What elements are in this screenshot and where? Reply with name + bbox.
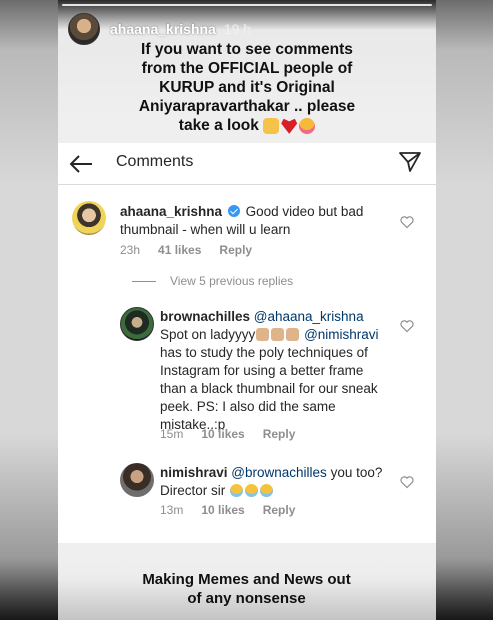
comments-screenshot: Comments ahaana_krishna Good video but b… bbox=[58, 143, 436, 543]
comment-username[interactable]: nimishravi bbox=[160, 465, 228, 480]
story-progress-bar bbox=[62, 4, 432, 6]
mention-link[interactable]: @nimishravi bbox=[304, 327, 378, 342]
footer-line: Making Memes and News out bbox=[142, 571, 351, 588]
caption-line: KURUP and it's Original bbox=[159, 79, 335, 96]
divider bbox=[132, 280, 156, 282]
comment-meta: 13m 10 likes Reply bbox=[160, 503, 295, 517]
caption-line: If you want to see comments bbox=[141, 41, 353, 58]
verified-badge-icon bbox=[227, 205, 240, 217]
comment-likes[interactable]: 41 likes bbox=[158, 243, 201, 257]
clapping-hands-icon bbox=[256, 328, 270, 341]
like-heart-icon[interactable] bbox=[400, 215, 414, 229]
like-heart-icon[interactable] bbox=[400, 319, 414, 333]
mention-link[interactable]: @brownachilles bbox=[231, 465, 327, 480]
comment-text: brownachilles @ahaana_krishna Spot on la… bbox=[160, 308, 388, 434]
avatar[interactable] bbox=[120, 463, 154, 497]
avatar[interactable] bbox=[72, 201, 106, 235]
comment-age: 13m bbox=[160, 503, 184, 517]
caption-emojis bbox=[263, 117, 316, 134]
laughing-face-icon bbox=[230, 484, 244, 497]
comment-text: nimishravi @brownachilles you too? Direc… bbox=[160, 464, 388, 500]
direct-send-icon[interactable] bbox=[398, 150, 422, 174]
comment-body: Spot on ladyyyy bbox=[160, 327, 256, 342]
comment-body: you too? bbox=[330, 465, 383, 480]
reply-button[interactable]: Reply bbox=[263, 503, 296, 517]
page-title: Comments bbox=[116, 153, 194, 170]
like-heart-icon[interactable] bbox=[400, 475, 414, 489]
comment-text: ahaana_krishna Good video but bad thumbn… bbox=[120, 203, 380, 239]
reply-button[interactable]: Reply bbox=[263, 427, 296, 441]
story-time: 19 h bbox=[223, 21, 252, 37]
comment-age: 15m bbox=[160, 427, 184, 441]
reply-button[interactable]: Reply bbox=[219, 243, 252, 257]
comment-age: 23h bbox=[120, 243, 141, 257]
caption-line: from the OFFICIAL people of bbox=[141, 60, 353, 77]
comment-meta: 23h 41 likes Reply bbox=[120, 243, 252, 257]
comment-likes[interactable]: 10 likes bbox=[201, 503, 244, 517]
comment-body: has to study the poly techniques of Inst… bbox=[160, 345, 378, 432]
caption-line: Aniyarapravarthakar .. please bbox=[138, 98, 356, 115]
caption-line-text: take a look bbox=[178, 117, 259, 134]
view-previous-replies[interactable]: View 5 previous replies bbox=[132, 274, 293, 288]
avatar[interactable] bbox=[120, 307, 154, 341]
comment-meta: 15m 10 likes Reply bbox=[160, 427, 295, 441]
laughing-face-icon bbox=[245, 484, 259, 497]
story-caption: If you want to see comments from the OFF… bbox=[78, 40, 416, 135]
clapping-hands-icon bbox=[286, 328, 300, 341]
mention-link[interactable]: @ahaana_krishna bbox=[254, 309, 364, 324]
comment-username[interactable]: brownachilles bbox=[160, 309, 250, 324]
comments-header: Comments bbox=[58, 143, 436, 185]
comment-body: Director sir bbox=[160, 483, 226, 498]
comment-username[interactable]: ahaana_krishna bbox=[120, 204, 222, 219]
laughing-face-icon bbox=[260, 484, 274, 497]
footer-line: of any nonsense bbox=[187, 590, 306, 607]
clapping-hands-icon bbox=[271, 328, 285, 341]
back-arrow-icon[interactable] bbox=[68, 151, 94, 177]
caption-line: take a look bbox=[78, 116, 416, 135]
view-replies-label: View 5 previous replies bbox=[170, 274, 294, 288]
story-username[interactable]: ahaana_krishna bbox=[110, 21, 216, 37]
red-heart-icon bbox=[281, 118, 298, 134]
smiling-face-with-hearts-icon bbox=[299, 117, 316, 134]
comment-likes[interactable]: 10 likes bbox=[201, 427, 244, 441]
raising-hands-icon bbox=[263, 117, 280, 134]
story-footer-text: Making Memes and News out of any nonsens… bbox=[0, 570, 493, 608]
